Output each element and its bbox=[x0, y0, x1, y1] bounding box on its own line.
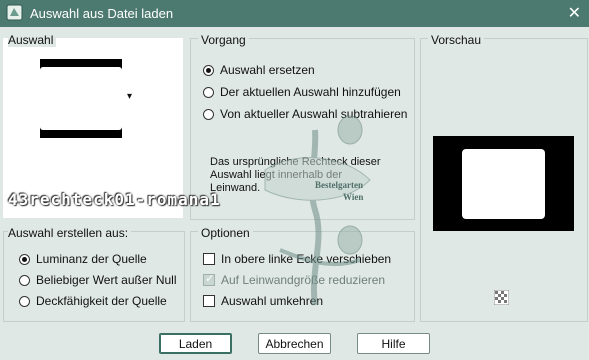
radio-luminanz[interactable]: Luminanz der Quelle bbox=[19, 251, 147, 267]
radio-deckfaehigkeit[interactable]: Deckfähigkeit der Quelle bbox=[19, 293, 167, 309]
radio-label: Der aktuellen Auswahl hinzufügen bbox=[220, 85, 401, 99]
optionen-label: Optionen bbox=[198, 226, 253, 240]
close-icon[interactable]: ✕ bbox=[568, 3, 581, 23]
watermark-text: 43rechteck01-romana1 bbox=[8, 190, 221, 209]
cancel-button[interactable]: Abbrechen bbox=[258, 333, 331, 354]
radio-icon bbox=[19, 295, 30, 307]
preview-selection bbox=[462, 149, 545, 219]
radio-icon bbox=[19, 253, 30, 265]
app-icon bbox=[6, 4, 23, 21]
vorgang-label: Vorgang bbox=[198, 33, 249, 47]
watermark-ornament bbox=[264, 115, 371, 306]
selection-thumbnail-inner bbox=[40, 67, 122, 130]
title-bar[interactable]: Auswahl aus Datei laden ✕ bbox=[0, 0, 589, 27]
dropdown-arrow-icon[interactable]: ▾ bbox=[127, 91, 132, 102]
radio-icon bbox=[203, 64, 214, 76]
radio-auswahl-ersetzen[interactable]: Auswahl ersetzen bbox=[203, 62, 315, 78]
radio-icon bbox=[19, 274, 30, 286]
transparency-toggle-icon[interactable] bbox=[494, 290, 509, 305]
quelle-label: Auswahl erstellen aus: bbox=[8, 226, 132, 240]
checkbox-icon bbox=[203, 295, 215, 307]
radio-beliebiger-wert[interactable]: Beliebiger Wert außer Null bbox=[19, 272, 177, 288]
radio-label: Auswahl ersetzen bbox=[220, 63, 315, 77]
selection-thumbnail[interactable] bbox=[40, 59, 122, 138]
window-title: Auswahl aus Datei laden bbox=[30, 6, 174, 21]
help-button[interactable]: Hilfe bbox=[357, 333, 430, 354]
watermark-stamp-line1: Bestelgarten bbox=[315, 180, 363, 190]
radio-label: Luminanz der Quelle bbox=[36, 252, 147, 266]
dialog-window: Auswahl aus Datei laden ✕ Auswahl ▾ Vorg… bbox=[0, 0, 589, 360]
vorschau-label: Vorschau bbox=[428, 33, 485, 47]
radio-label: Deckfähigkeit der Quelle bbox=[36, 294, 167, 308]
load-button[interactable]: Laden bbox=[159, 333, 232, 354]
checkbox-icon bbox=[203, 253, 215, 265]
radio-label: Beliebiger Wert außer Null bbox=[36, 273, 177, 287]
preview-canvas bbox=[433, 136, 574, 231]
auswahl-label: Auswahl bbox=[8, 33, 57, 47]
radio-auswahl-hinzufuegen[interactable]: Der aktuellen Auswahl hinzufügen bbox=[203, 84, 401, 100]
radio-icon bbox=[203, 108, 214, 120]
watermark-stamp-line2: Wien bbox=[343, 192, 364, 202]
radio-icon bbox=[203, 86, 214, 98]
checkbox-icon bbox=[203, 272, 215, 286]
